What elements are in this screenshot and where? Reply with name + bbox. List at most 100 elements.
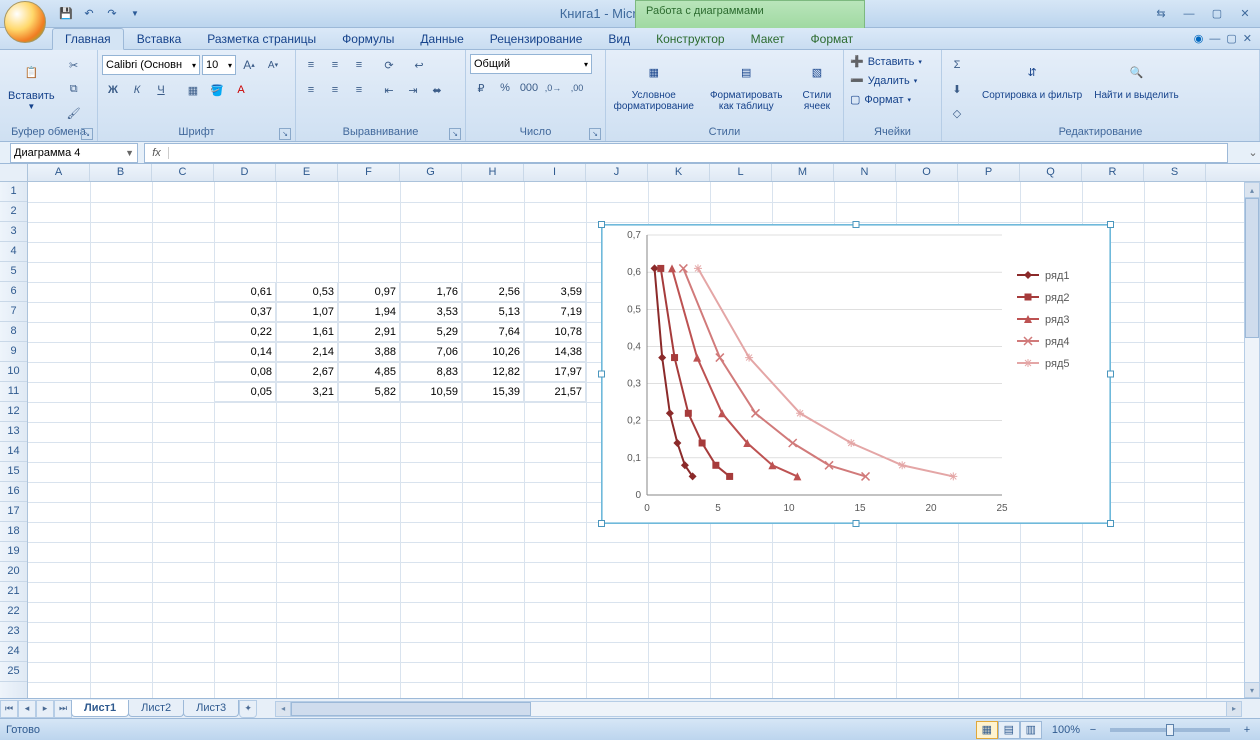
font-dialog-launcher[interactable]: ↘ (279, 128, 291, 140)
tab-chart-design[interactable]: Конструктор (643, 28, 737, 49)
column-header[interactable]: I (524, 164, 586, 181)
column-header[interactable]: B (90, 164, 152, 181)
minimize-ribbon-icon[interactable]: — (1209, 33, 1220, 45)
sheet-nav-next-icon[interactable]: ▸ (36, 700, 54, 718)
cell[interactable]: 10,59 (400, 382, 462, 402)
wrap-text-icon[interactable]: ↩ (408, 54, 430, 76)
fx-icon[interactable]: fx (145, 147, 169, 159)
selection-handle[interactable] (853, 520, 860, 527)
percent-icon[interactable]: % (494, 77, 516, 99)
office-button[interactable] (4, 1, 46, 43)
cell[interactable]: 14,38 (524, 342, 586, 362)
cell[interactable]: 17,97 (524, 362, 586, 382)
scroll-up-icon[interactable]: ▴ (1244, 182, 1260, 198)
cut-icon[interactable]: ✂ (63, 54, 85, 76)
column-header[interactable]: G (400, 164, 462, 181)
column-header[interactable]: F (338, 164, 400, 181)
number-dialog-launcher[interactable]: ↘ (589, 128, 601, 140)
row-header[interactable]: 14 (0, 442, 27, 462)
sheet-nav-last-icon[interactable]: ⏭ (54, 700, 72, 718)
row-header[interactable]: 25 (0, 662, 27, 682)
chevron-down-icon[interactable]: ▼ (125, 148, 134, 158)
cell[interactable]: 7,19 (524, 302, 586, 322)
cell[interactable]: 2,67 (276, 362, 338, 382)
zoom-slider[interactable] (1110, 728, 1230, 732)
cell[interactable]: 2,91 (338, 322, 400, 342)
scroll-down-icon[interactable]: ▾ (1244, 682, 1260, 698)
row-header[interactable]: 21 (0, 582, 27, 602)
scroll-left-icon[interactable]: ◂ (275, 701, 291, 717)
column-header[interactable]: S (1144, 164, 1206, 181)
cell[interactable]: 5,29 (400, 322, 462, 342)
insert-cells-button[interactable]: ➕Вставить▾ (848, 54, 937, 69)
zoom-slider-thumb[interactable] (1166, 724, 1174, 736)
format-cells-button[interactable]: ▢Формат▾ (848, 92, 937, 107)
column-header[interactable]: O (896, 164, 958, 181)
fill-color-icon[interactable]: 🪣 (206, 79, 228, 101)
comma-icon[interactable]: 000 (518, 77, 540, 99)
cell[interactable]: 10,26 (462, 342, 524, 362)
close-workbook-icon[interactable]: ✕ (1243, 32, 1252, 45)
scroll-right-icon[interactable]: ▸ (1226, 701, 1242, 717)
row-header[interactable]: 10 (0, 362, 27, 382)
format-as-table-button[interactable]: ▤ Форматировать как таблицу (702, 54, 791, 114)
row-header[interactable]: 22 (0, 602, 27, 622)
cell-styles-button[interactable]: ▧ Стили ячеек (795, 54, 839, 114)
restore-window-icon[interactable]: ▢ (1226, 32, 1236, 45)
sheet-tab-1[interactable]: Лист1 (71, 700, 129, 717)
align-right-icon[interactable]: ≡ (348, 79, 370, 101)
tab-insert[interactable]: Вставка (124, 28, 195, 49)
undo-icon[interactable]: ↶ (79, 4, 99, 24)
cell[interactable]: 7,64 (462, 322, 524, 342)
paste-button[interactable]: 📋 Вставить ▼ (4, 54, 59, 113)
cell[interactable]: 5,13 (462, 302, 524, 322)
tab-page-layout[interactable]: Разметка страницы (194, 28, 329, 49)
border-icon[interactable]: ▦ (182, 79, 204, 101)
row-header[interactable]: 7 (0, 302, 27, 322)
conditional-formatting-button[interactable]: ▦ Условное форматирование (610, 54, 698, 114)
cell[interactable]: 2,14 (276, 342, 338, 362)
autosum-icon[interactable]: Σ (946, 54, 968, 76)
cell[interactable]: 3,21 (276, 382, 338, 402)
tab-chart-format[interactable]: Формат (798, 28, 867, 49)
cell[interactable]: 0,61 (214, 282, 276, 302)
row-header[interactable]: 23 (0, 622, 27, 642)
font-name-combo[interactable]: Calibri (Основн▾ (102, 55, 200, 75)
italic-icon[interactable]: К (126, 79, 148, 101)
tab-chart-layout[interactable]: Макет (738, 28, 798, 49)
align-center-icon[interactable]: ≡ (324, 79, 346, 101)
sheet-tab-2[interactable]: Лист2 (128, 700, 184, 717)
tab-view[interactable]: Вид (595, 28, 643, 49)
formula-input[interactable]: fx (144, 143, 1228, 163)
vertical-scrollbar[interactable]: ▴ ▾ (1244, 182, 1260, 698)
column-header[interactable]: P (958, 164, 1020, 181)
increase-indent-icon[interactable]: ⇥ (402, 79, 424, 101)
cell[interactable]: 10,78 (524, 322, 586, 342)
cell[interactable]: 0,05 (214, 382, 276, 402)
selection-handle[interactable] (1107, 520, 1114, 527)
selection-handle[interactable] (598, 371, 605, 378)
row-header[interactable]: 20 (0, 562, 27, 582)
column-header[interactable]: E (276, 164, 338, 181)
delete-cells-button[interactable]: ➖Удалить▾ (848, 73, 937, 88)
align-top-icon[interactable]: ≡ (300, 54, 322, 76)
orientation-icon[interactable]: ⟳ (378, 54, 400, 76)
sync-icon[interactable]: ⇆ (1150, 5, 1172, 23)
hscroll-thumb[interactable] (291, 702, 531, 716)
row-header[interactable]: 9 (0, 342, 27, 362)
selection-handle[interactable] (598, 221, 605, 228)
cell[interactable]: 3,53 (400, 302, 462, 322)
cell[interactable]: 3,88 (338, 342, 400, 362)
cell[interactable]: 0,53 (276, 282, 338, 302)
cell[interactable]: 2,56 (462, 282, 524, 302)
clear-icon[interactable]: ◇ (946, 102, 968, 124)
row-header[interactable]: 18 (0, 522, 27, 542)
sort-filter-button[interactable]: ⇵ Сортировка и фильтр (978, 54, 1086, 103)
column-header[interactable]: L (710, 164, 772, 181)
font-color-icon[interactable]: A (230, 79, 252, 101)
cell[interactable]: 3,59 (524, 282, 586, 302)
qat-customize-icon[interactable]: ▼ (125, 4, 145, 24)
select-all-corner[interactable] (0, 164, 28, 181)
cell[interactable]: 1,61 (276, 322, 338, 342)
align-bottom-icon[interactable]: ≡ (348, 54, 370, 76)
